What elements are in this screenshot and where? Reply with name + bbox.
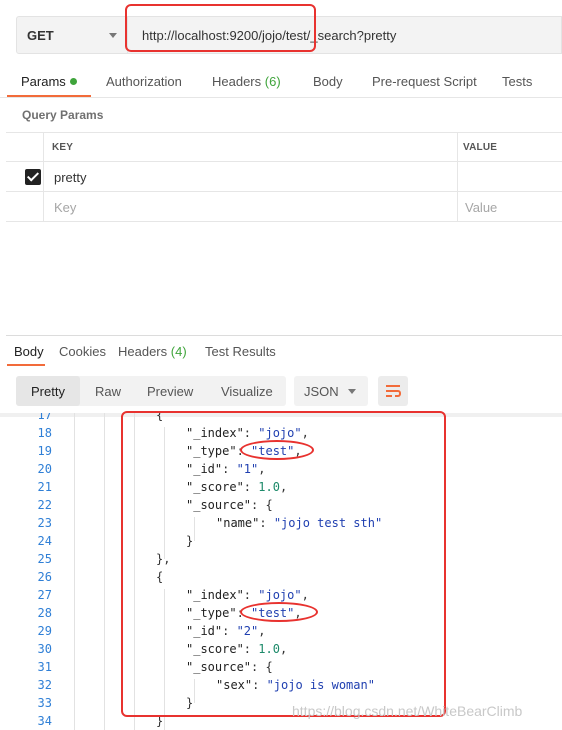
chevron-down-icon [109, 33, 117, 38]
active-dot-icon [69, 78, 77, 85]
new-value-input[interactable]: Value [465, 200, 497, 215]
line-number: 32 [37, 678, 52, 692]
response-tab-cookies[interactable]: Cookies [59, 344, 106, 359]
new-key-input[interactable]: Key [54, 200, 76, 215]
column-divider [43, 133, 44, 161]
param-key-field[interactable]: pretty [54, 170, 87, 185]
line-number: 24 [37, 534, 52, 548]
view-pretty-button[interactable]: Pretty [31, 384, 65, 399]
request-tabs: Params Authorization Headers (6) Body Pr… [0, 68, 562, 98]
response-tab-headers-count: (4) [170, 344, 187, 359]
param-enabled-checkbox[interactable] [25, 169, 41, 185]
view-visualize-button[interactable]: Visualize [221, 384, 273, 399]
tab-headers-label: Headers [212, 74, 262, 89]
active-response-tab-indicator [7, 364, 45, 366]
tab-pre-request-script-label: Pre-request Script [372, 74, 477, 89]
wrap-lines-button[interactable] [378, 376, 408, 406]
line-number: 22 [37, 498, 52, 512]
view-preview-button[interactable]: Preview [147, 384, 193, 399]
tab-params[interactable]: Params [21, 74, 77, 89]
param-value-field[interactable] [465, 170, 555, 186]
params-table: KEY VALUE pretty Key Value [6, 132, 562, 222]
tab-authorization-label: Authorization [106, 74, 182, 89]
url-highlight-annotation [125, 4, 316, 52]
line-number: 18 [37, 426, 52, 440]
line-number: 34 [37, 714, 52, 728]
line-number: 30 [37, 642, 52, 656]
chevron-down-icon [348, 389, 356, 394]
line-number: 19 [37, 444, 52, 458]
tab-body-label: Body [313, 74, 343, 89]
query-params-title: Query Params [22, 108, 104, 122]
line-number: 29 [37, 624, 52, 638]
column-divider [457, 133, 458, 161]
tab-authorization[interactable]: Authorization [106, 74, 182, 89]
line-number: 21 [37, 480, 52, 494]
wrap-icon-line [386, 395, 392, 397]
column-divider [457, 162, 458, 191]
method-label: GET [27, 27, 54, 43]
wrap-icon [386, 385, 400, 387]
column-divider [43, 192, 44, 221]
type-highlight-oval [240, 440, 314, 460]
type-highlight-oval [240, 602, 318, 622]
tab-headers-count: (6) [264, 74, 281, 89]
line-number: 28 [37, 606, 52, 620]
line-number: 25 [37, 552, 52, 566]
format-label: JSON [304, 384, 339, 399]
method-select[interactable]: GET [16, 16, 128, 54]
table-header-row: KEY VALUE [6, 133, 562, 162]
response-tab-headers-label: Headers [118, 344, 168, 359]
column-divider [457, 192, 458, 221]
line-number: 17 [37, 413, 52, 422]
tab-pre-request-script[interactable]: Pre-request Script [372, 74, 477, 89]
watermark: https://blog.csdn.net/WhiteBearClimb [292, 703, 523, 719]
tab-tests[interactable]: Tests [502, 74, 532, 89]
view-raw-button[interactable]: Raw [95, 384, 121, 399]
tab-params-label: Params [21, 74, 66, 89]
tab-tests-label: Tests [502, 74, 533, 89]
view-mode-selector: Pretty Raw Preview Visualize [16, 376, 286, 406]
value-column-header: VALUE [463, 142, 498, 153]
format-select[interactable]: JSON [294, 376, 368, 406]
table-row: pretty [6, 162, 562, 192]
column-divider [43, 162, 44, 191]
line-number: 33 [37, 696, 52, 710]
response-tab-body[interactable]: Body [14, 344, 44, 359]
line-number: 20 [37, 462, 52, 476]
response-tab-headers[interactable]: Headers (4) [118, 344, 187, 359]
line-number: 27 [37, 588, 52, 602]
wrap-icon-hook [395, 390, 401, 397]
pane-divider[interactable] [6, 335, 562, 336]
table-row-new: Key Value [6, 192, 562, 222]
divider [0, 97, 562, 98]
line-number: 23 [37, 516, 52, 530]
key-column-header: KEY [52, 142, 74, 153]
tab-body[interactable]: Body [313, 74, 343, 89]
response-tab-test-results[interactable]: Test Results [205, 344, 276, 359]
line-number: 31 [37, 660, 52, 674]
tab-headers[interactable]: Headers (6) [212, 74, 281, 89]
line-number: 26 [37, 570, 52, 584]
